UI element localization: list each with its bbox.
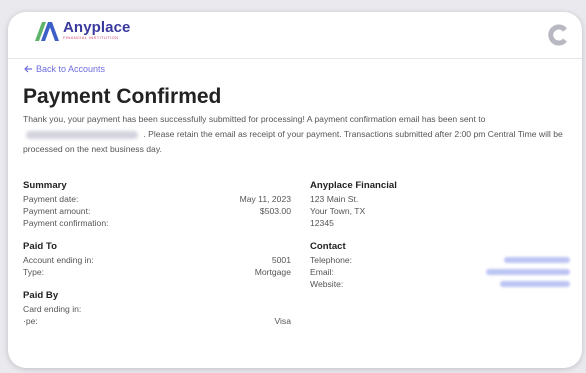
row-label: Card ending in:	[23, 304, 82, 314]
paid-to-row: Account ending in: 5001	[23, 254, 291, 266]
c-shape-icon[interactable]	[548, 24, 570, 46]
paid-to-title: Paid To	[23, 241, 57, 252]
address-line: 12345	[310, 218, 334, 228]
contact-row: Website:	[310, 278, 574, 290]
logo-text: Anyplace FINANCIAL INSTITUTION	[63, 20, 131, 40]
address-line: Your Town, TX	[310, 206, 366, 216]
row-value: 5001	[271, 255, 291, 265]
back-to-accounts-link[interactable]: Back to Accounts	[24, 64, 105, 74]
summary-row: Payment date: May 11, 2023	[23, 193, 291, 205]
redacted-website-link[interactable]	[500, 281, 570, 287]
brand-logo[interactable]: Anyplace FINANCIAL INSTITUTION	[34, 20, 131, 50]
row-label: ·pe:	[23, 316, 38, 326]
back-link-label: Back to Accounts	[36, 64, 106, 74]
summary-row: Payment amount: $503.00	[23, 205, 291, 217]
redacted-telephone[interactable]	[504, 257, 570, 263]
paid-by-row: Card ending in:	[23, 303, 291, 315]
redacted-email-link[interactable]	[486, 269, 570, 275]
contact-title: Contact	[310, 241, 346, 252]
header: Anyplace FINANCIAL INSTITUTION	[8, 12, 582, 59]
logo-mark-icon	[35, 22, 59, 41]
right-column: Anyplace Financial 123 Main St. Your Tow…	[310, 178, 574, 290]
contact-row: Email:	[310, 266, 574, 278]
summary-row: Payment confirmation:	[23, 217, 291, 229]
paid-by-title: Paid By	[23, 290, 59, 301]
row-value: Visa	[274, 316, 291, 326]
row-label: Website:	[310, 279, 344, 289]
message-part1: Thank you, your payment has been success…	[23, 114, 486, 124]
left-column: Summary Payment date: May 11, 2023 Payme…	[23, 178, 291, 327]
paid-to-row: Type: Mortgage	[23, 266, 291, 278]
logo-brand: Anyplace	[63, 19, 131, 36]
row-value: Mortgage	[254, 267, 291, 277]
summary-title: Summary	[23, 180, 67, 191]
redacted-email	[26, 130, 138, 139]
arrow-left-icon	[24, 65, 32, 73]
row-label: Telephone:	[310, 255, 353, 265]
row-label: Payment confirmation:	[23, 218, 109, 228]
confirmation-message: Thank you, your payment has been success…	[23, 112, 568, 157]
row-label: Payment amount:	[23, 206, 91, 216]
row-value: $503.00	[259, 206, 291, 216]
row-label: Account ending in:	[23, 255, 94, 265]
row-label: Payment date:	[23, 194, 79, 204]
row-value: May 11, 2023	[239, 194, 291, 204]
paid-by-row: ·pe: Visa	[23, 315, 291, 327]
page-title: Payment Confirmed	[23, 85, 222, 108]
contact-row: Telephone:	[310, 254, 574, 266]
logo-tagline: FINANCIAL INSTITUTION	[63, 35, 119, 40]
address-line: 123 Main St.	[310, 194, 359, 204]
row-label: Type:	[23, 267, 45, 277]
confirmation-card: Anyplace FINANCIAL INSTITUTION Back to A…	[8, 12, 582, 368]
institution-name: Anyplace Financial	[310, 180, 397, 191]
row-label: Email:	[310, 267, 334, 277]
